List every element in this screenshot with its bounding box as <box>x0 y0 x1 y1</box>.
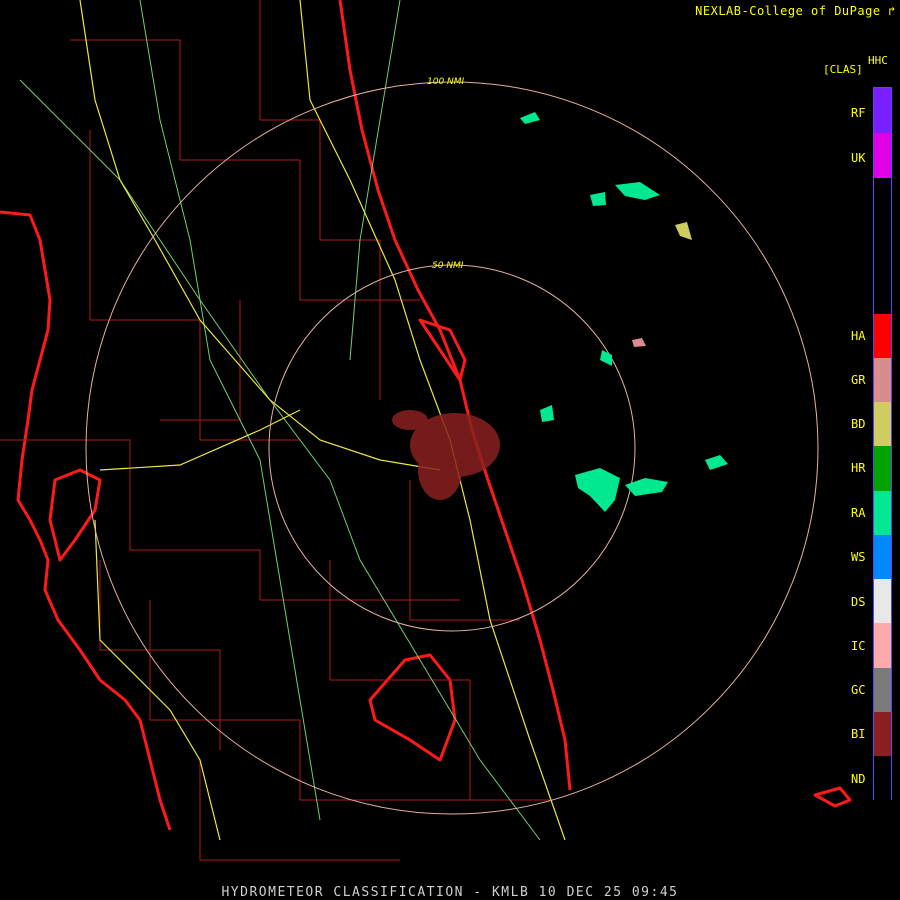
radar-map: 50 NMI 100 NMI <box>0 0 852 861</box>
legend-swatch-gc <box>874 668 891 712</box>
legend-label-bd: BD <box>851 417 866 431</box>
legend-swatch-ha <box>874 314 891 358</box>
legend-header-bottom: [CLAS] <box>823 63 863 76</box>
legend-swatch-bd <box>874 402 891 446</box>
legend-swatch-gr <box>874 358 891 402</box>
echo-gr <box>632 338 646 347</box>
legend-label-ws: WS <box>851 550 866 564</box>
highways-yellow <box>79 0 566 841</box>
legend-swatch-bi <box>874 712 891 756</box>
clutter-bi <box>392 410 500 500</box>
product-footer: HYDROMETEOR CLASSIFICATION - KMLB 10 DEC… <box>221 885 679 900</box>
legend-swatch-nd <box>874 756 891 801</box>
ring-label-100: 100 NMI <box>427 77 465 87</box>
legend-swatch-uk <box>874 133 891 178</box>
legend-label-rf: RF <box>851 106 866 120</box>
legend-label-ic: IC <box>851 639 866 653</box>
legend-swatch-ra <box>874 491 891 535</box>
legend-label-nd: ND <box>851 772 866 786</box>
legend-swatch-ic <box>874 623 891 668</box>
legend-label-gr: GR <box>851 373 866 387</box>
legend-label-uk: UK <box>851 151 866 165</box>
legend-label-ra: RA <box>851 506 866 520</box>
echoes-ra <box>520 112 728 512</box>
legend-label-bi: BI <box>851 727 866 741</box>
legend-label-ha: HA <box>851 329 866 343</box>
legend-label-gc: GC <box>851 683 866 697</box>
legend-swatch-rf <box>874 88 891 133</box>
echo-bd <box>675 222 692 240</box>
ring-label-50: 50 NMI <box>432 261 464 271</box>
legend-swatch-ds <box>874 579 891 623</box>
credit-label: NEXLAB-College of DuPage ↱ <box>695 4 896 18</box>
legend-label-hr: HR <box>851 461 866 475</box>
legend-header-top: HHC <box>868 54 888 67</box>
legend-bar <box>873 87 892 801</box>
legend-swatch-hr <box>874 446 891 491</box>
legend-swatch-ws <box>874 535 891 579</box>
legend-label-ds: DS <box>851 595 866 609</box>
